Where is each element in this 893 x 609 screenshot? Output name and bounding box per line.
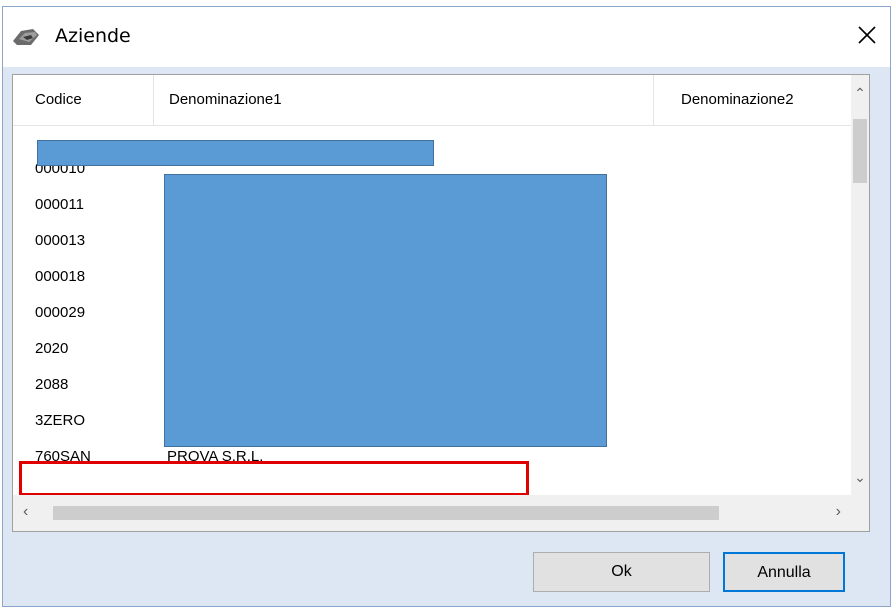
cancel-button[interactable]: Annulla: [723, 552, 845, 592]
scroll-thumb[interactable]: [53, 506, 719, 520]
column-header-denominazione1[interactable]: Denominazione1: [153, 75, 653, 125]
scroll-down-icon[interactable]: ⌄: [851, 469, 869, 486]
cell-codice: 000018: [35, 268, 86, 285]
scroll-thumb[interactable]: [853, 119, 867, 183]
scroll-left-icon[interactable]: ‹: [23, 503, 28, 521]
column-header-codice[interactable]: Codice: [13, 75, 153, 125]
redaction-box: [37, 140, 434, 166]
scroll-up-icon[interactable]: ⌃: [851, 85, 869, 102]
vertical-scrollbar[interactable]: ⌃ ⌄: [851, 75, 869, 495]
hand-document-icon: [11, 25, 43, 49]
ok-button[interactable]: Ok: [533, 552, 710, 592]
window-title: Aziende: [55, 25, 131, 47]
title-bar: Aziende: [3, 7, 890, 67]
companies-list[interactable]: Codice Denominazione1 Denominazione2 000…: [12, 74, 870, 532]
list-header: Codice Denominazione1 Denominazione2: [13, 75, 853, 126]
column-header-denominazione2[interactable]: Denominazione2: [653, 75, 853, 125]
dialog-window: Aziende Codice Denominazione1 Denominazi…: [2, 6, 891, 607]
cell-codice: 2088: [35, 376, 69, 393]
cell-codice: 3ZERO: [35, 412, 86, 429]
cell-codice: 000011: [35, 196, 84, 213]
close-button[interactable]: [844, 15, 890, 59]
horizontal-scrollbar[interactable]: ‹ ›: [13, 495, 853, 531]
close-icon: [858, 25, 876, 49]
cell-codice: 2020: [35, 340, 69, 357]
cell-codice: 000029: [35, 304, 86, 321]
cell-codice: 000013: [35, 232, 86, 249]
scrollbar-corner: [851, 495, 869, 531]
highlight-box: [19, 461, 529, 496]
scroll-right-icon[interactable]: ›: [836, 503, 841, 521]
redaction-box: [164, 174, 607, 447]
